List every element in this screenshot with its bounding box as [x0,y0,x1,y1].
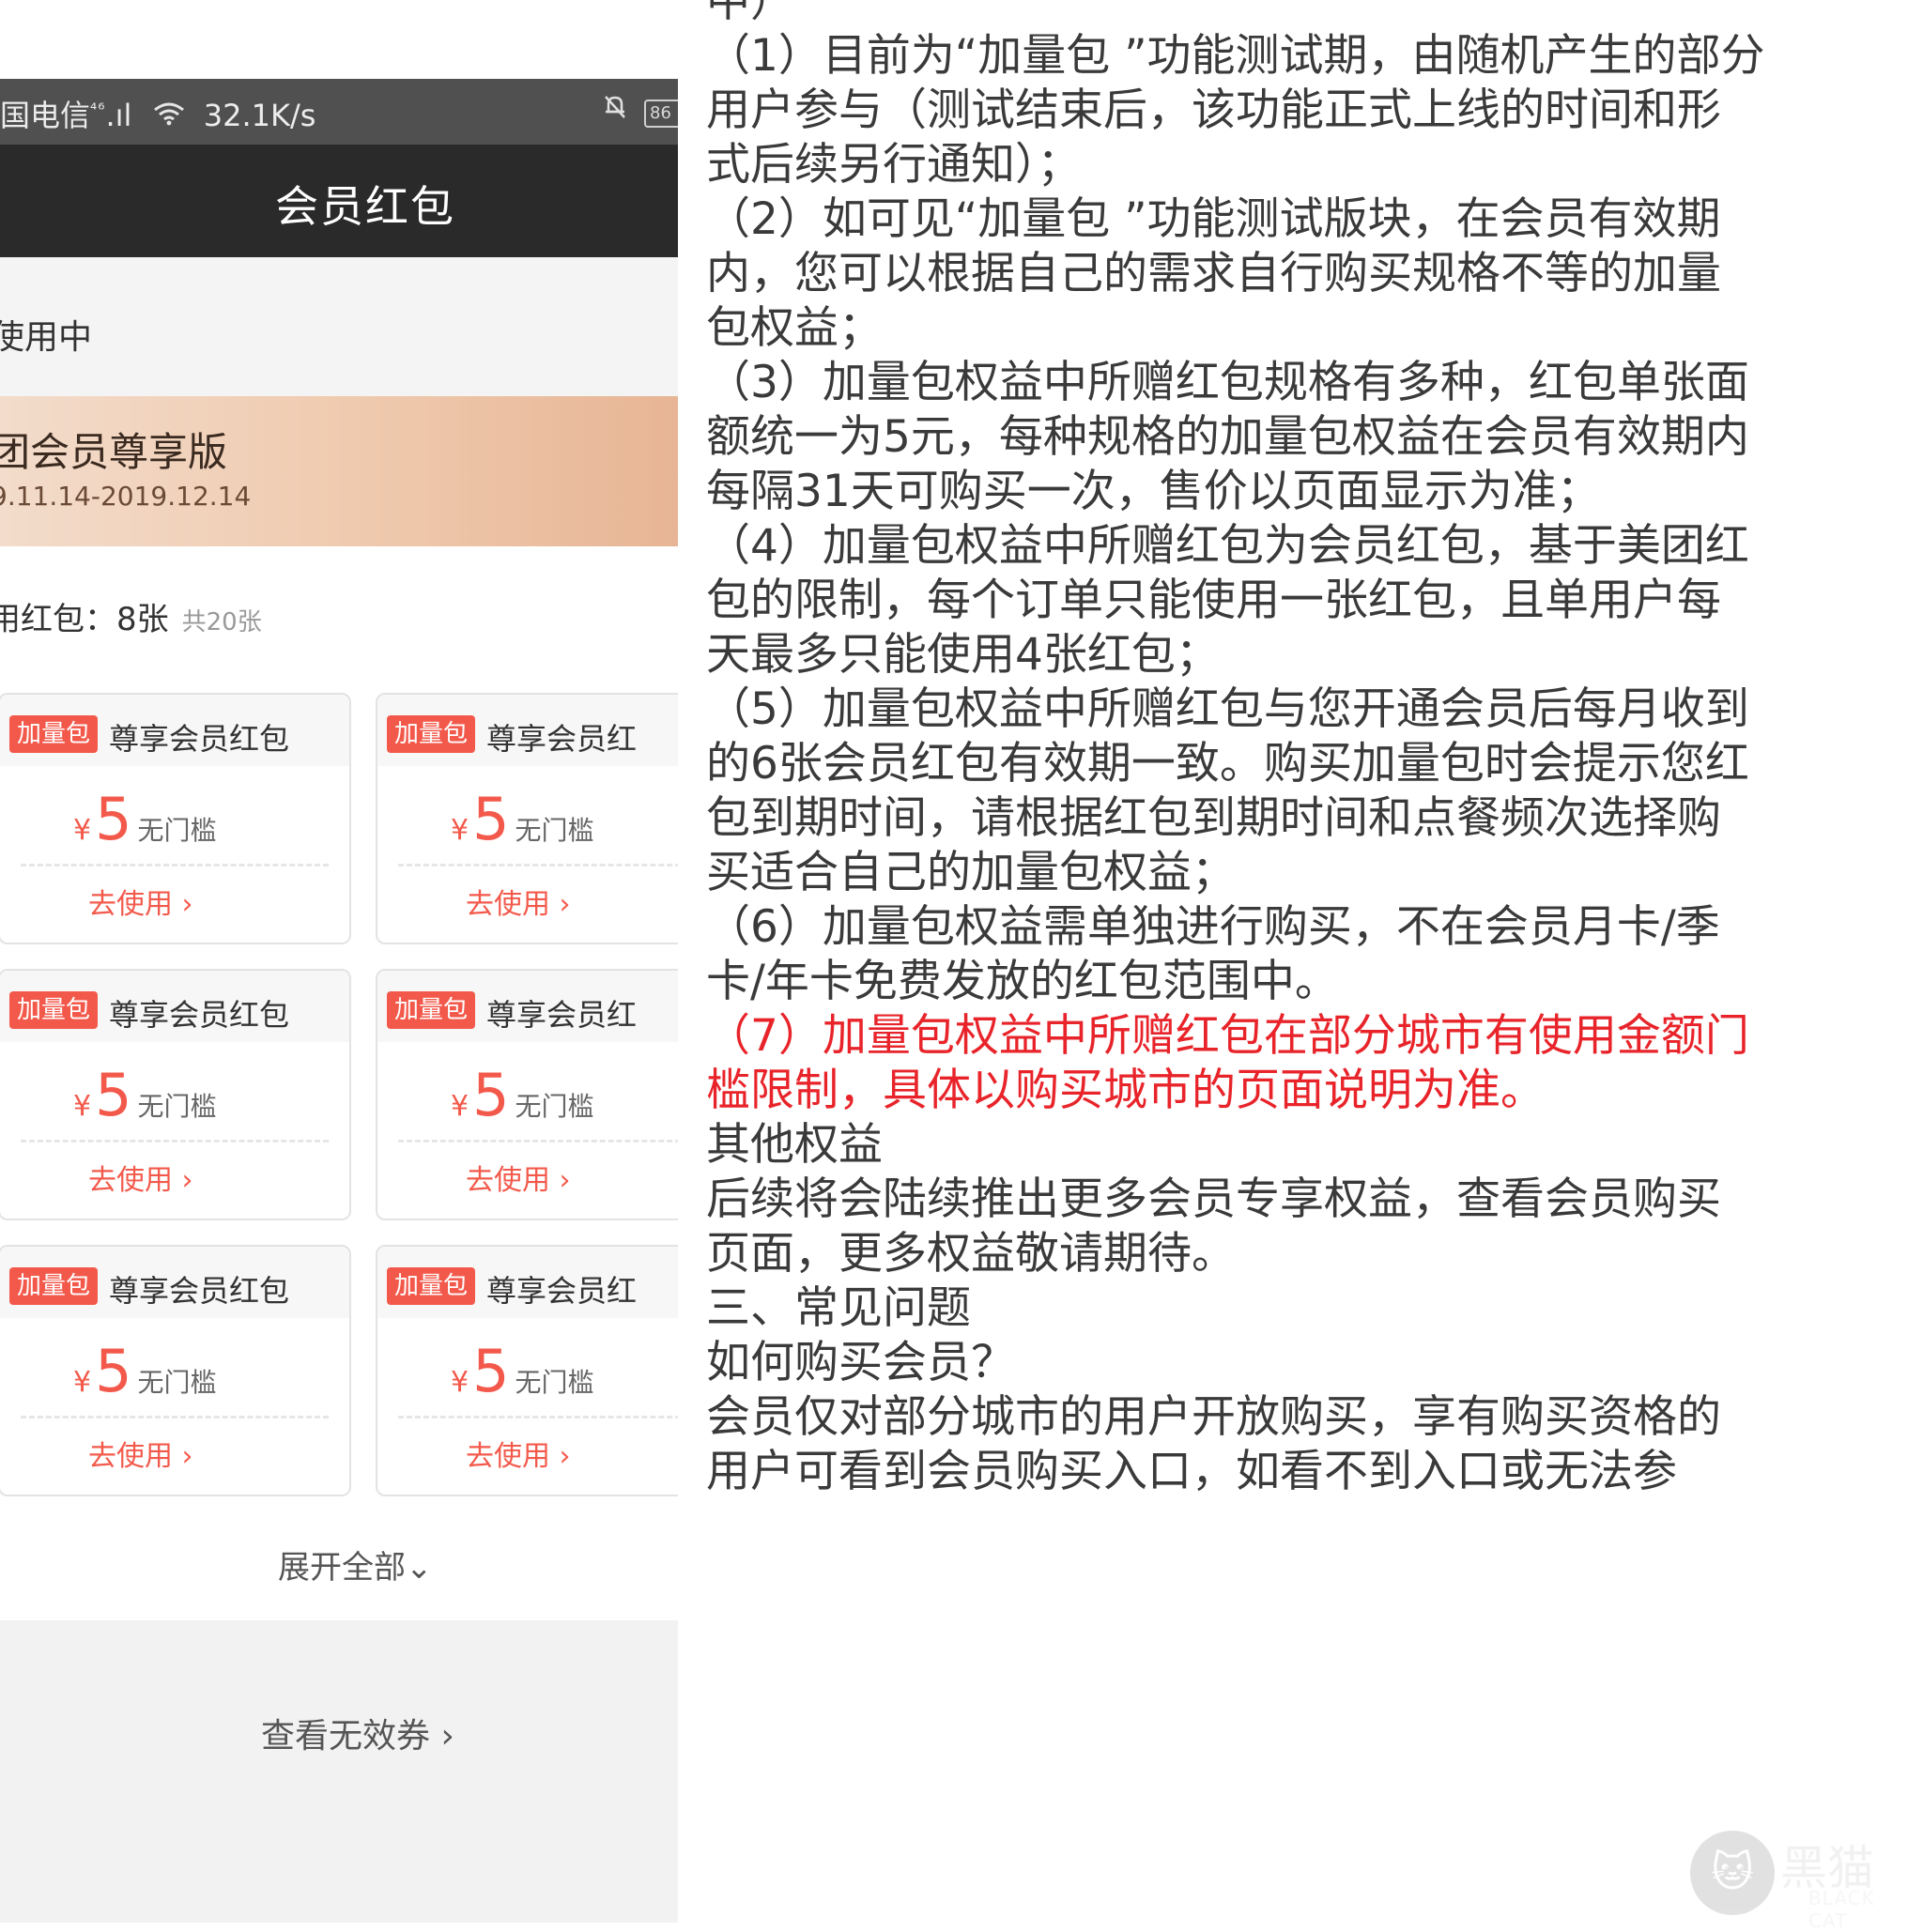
coupon-price: ¥5 无门槛 [451,1337,594,1405]
title-bar: 会员红包 [0,145,678,257]
divider [398,864,678,866]
coupon-price: ¥5 无门槛 [73,1061,217,1129]
use-coupon-button[interactable]: 去使用 › [88,1157,193,1198]
battery-icon: 86 [644,100,678,128]
currency-symbol: ¥ [451,1366,469,1399]
coupon-card[interactable]: 加量包 尊享会员红 ¥5 无门槛 去使用 › [376,1245,678,1496]
signal-bars-icon: .ıl [105,98,132,133]
coupon-amount: 5 [95,1337,132,1405]
watermark-en: BLACK CAT [1808,1887,1875,1932]
coupon-price: ¥5 无门槛 [73,1337,217,1405]
coupon-header: 加量包 尊享会员红包 [0,971,349,1042]
coupon-threshold: 无门槛 [515,815,594,846]
coupon-title: 尊享会员红 [486,1273,638,1309]
coupon-amount: 5 [472,1337,510,1405]
coupon-tag: 加量包 [9,991,99,1029]
mute-bell-icon [601,92,629,128]
expand-all-button[interactable]: 展开全部⌄ [278,1541,433,1587]
member-card[interactable]: 团会员尊享版 9.11.14-2019.12.14 [0,396,678,546]
signal-icon: ⁴⁶ [90,100,106,120]
currency-symbol: ¥ [73,814,92,847]
coupon-threshold: 无门槛 [137,1091,217,1122]
coupon-title: 尊享会员红 [486,997,638,1033]
coupon-tag: 加量包 [387,991,476,1029]
currency-symbol: ¥ [73,1366,92,1399]
coupon-tag: 加量包 [387,1267,476,1305]
coupon-amount: 5 [95,785,132,853]
section-label: 使用中 [0,318,93,357]
redpacket-total: 共20张 [181,608,262,636]
divider [398,1416,678,1418]
status-left: 国电信⁴⁶.ıl 32.1K/s [0,92,315,135]
coupon-tag: 加量包 [387,715,476,753]
use-coupon-button[interactable]: 去使用 › [466,1433,571,1474]
coupon-tag: 加量包 [9,715,99,753]
redpacket-count-label: 用红包：8张 [0,601,169,638]
use-coupon-button[interactable]: 去使用 › [88,1433,193,1474]
coupon-threshold: 无门槛 [515,1091,594,1122]
coupon-card[interactable]: 加量包 尊享会员红包 ¥5 无门槛 去使用 › [0,1245,351,1496]
coupon-title: 尊享会员红包 [109,1273,290,1309]
coupon-price: ¥5 无门槛 [451,785,594,853]
coupon-title: 尊享会员红 [486,721,638,757]
coupon-card[interactable]: 加量包 尊享会员红 ¥5 无门槛 去使用 › [376,969,678,1220]
use-coupon-button[interactable]: 去使用 › [88,881,193,922]
network-speed: 32.1K/s [203,98,316,133]
coupon-card[interactable]: 加量包 尊享会员红 ¥5 无门槛 去使用 › [376,693,678,944]
divider [21,1416,329,1418]
member-card-dates: 9.11.14-2019.12.14 [0,481,252,512]
status-bar: 国电信⁴⁶.ıl 32.1K/s 86 [0,79,678,145]
invalid-coupons-area: 查看无效券 › [0,1620,678,1923]
coupon-card[interactable]: 加量包 尊享会员红包 ¥5 无门槛 去使用 › [0,693,351,944]
currency-symbol: ¥ [451,1090,469,1123]
cat-logo-icon: 🐱 [1690,1831,1775,1915]
carrier-name: 国电信 [0,98,91,133]
use-coupon-button[interactable]: 去使用 › [466,1157,571,1198]
coupon-header: 加量包 尊享会员红 [377,695,678,766]
coupon-title: 尊享会员红包 [109,997,290,1033]
view-invalid-coupons-link[interactable]: 查看无效券 › [261,1709,454,1757]
page-title: 会员红包 [275,181,455,232]
coupon-amount: 5 [472,785,510,853]
coupon-tag: 加量包 [9,1267,99,1305]
divider [21,1140,329,1142]
coupon-title: 尊享会员红包 [109,721,290,757]
coupon-threshold: 无门槛 [137,815,217,846]
wifi-icon [153,98,185,133]
rules-text: 中） （1）目前为“加量包 ”功能测试期，由随机产生的部分 用户参与（测试结束后，该… [706,0,1923,1923]
coupon-price: ¥5 无门槛 [73,785,217,853]
coupon-threshold: 无门槛 [137,1367,217,1398]
coupon-price: ¥5 无门槛 [451,1061,594,1129]
coupon-amount: 5 [95,1061,132,1129]
coupon-header: 加量包 尊享会员红包 [0,695,349,766]
coupon-amount: 5 [472,1061,510,1129]
rule-line: 用户可看到会员购买入口，如看不到入口或无法参 [706,1446,1677,1497]
divider [398,1140,678,1142]
coupon-header: 加量包 尊享会员红包 [0,1247,349,1318]
section-in-use: 使用中 [0,257,678,396]
coupon-header: 加量包 尊享会员红 [377,1247,678,1318]
watermark: 🐱 黑猫 BLACK CAT [1690,1831,1915,1932]
currency-symbol: ¥ [451,814,469,847]
coupon-threshold: 无门槛 [515,1367,594,1398]
redpacket-count: 用红包：8张 共20张 [0,593,262,639]
currency-symbol: ¥ [73,1090,92,1123]
coupon-header: 加量包 尊享会员红 [377,971,678,1042]
use-coupon-button[interactable]: 去使用 › [466,881,571,922]
divider [21,864,329,866]
member-card-name: 团会员尊享版 [0,429,228,475]
coupon-card[interactable]: 加量包 尊享会员红包 ¥5 无门槛 去使用 › [0,969,351,1220]
phone-screenshot: 国电信⁴⁶.ıl 32.1K/s 86 会员红包 使用中 团会员尊享版 9.11… [0,0,678,1923]
